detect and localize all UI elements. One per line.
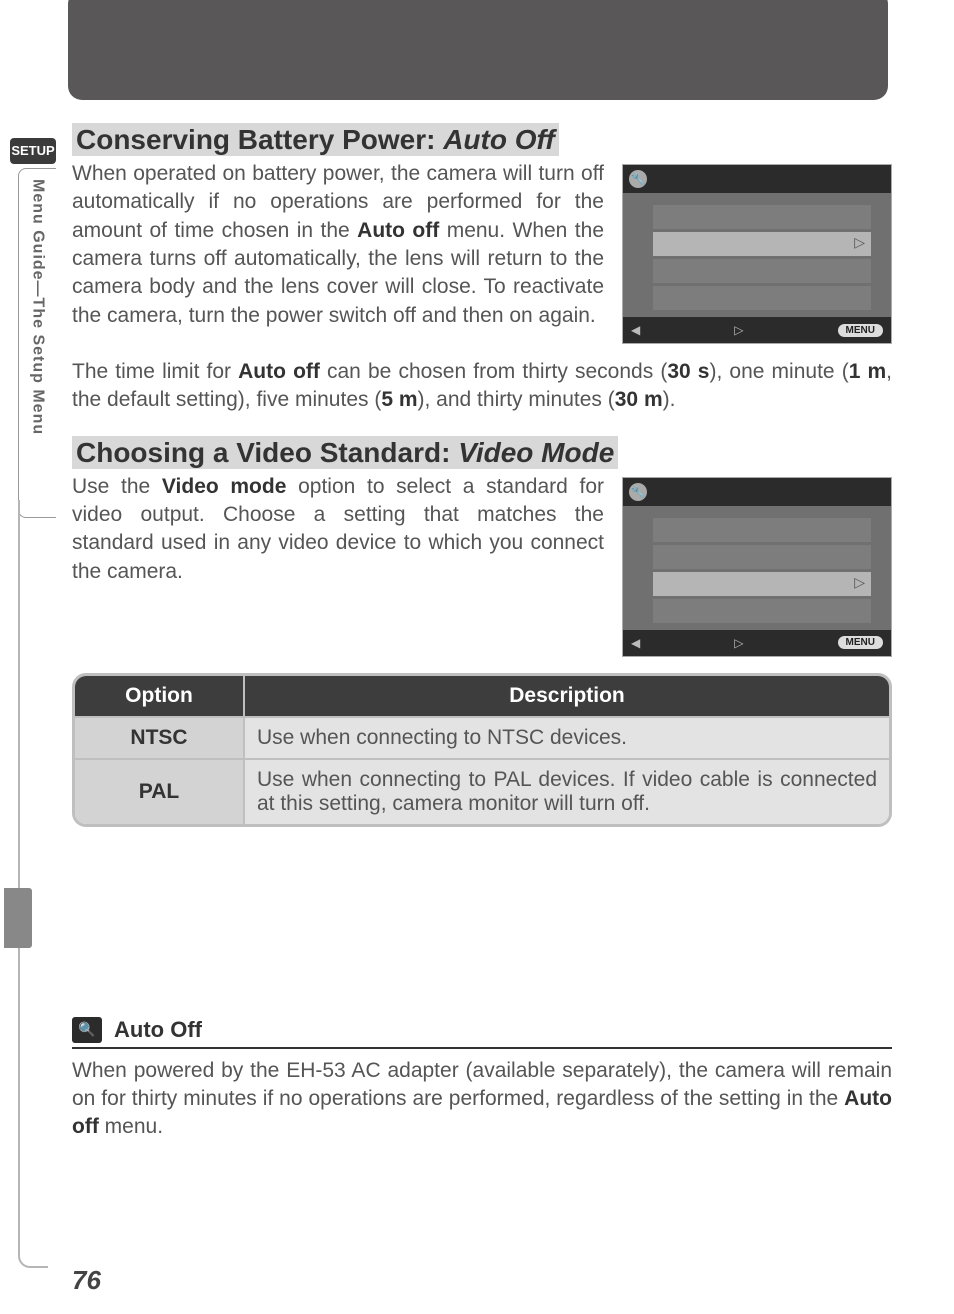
cell-ntsc: NTSC bbox=[75, 716, 245, 758]
magnify-icon: 🔍 bbox=[72, 1017, 102, 1043]
heading-auto-off: Conserving Battery Power: Auto Off bbox=[72, 124, 892, 156]
p3b: Video mode bbox=[162, 475, 287, 498]
para-auto-off-2: The time limit for Auto off can be chose… bbox=[72, 358, 892, 415]
left-triangle-icon: ◀ bbox=[631, 636, 640, 650]
top-dark-panel bbox=[68, 0, 888, 100]
p2e: ), one minute ( bbox=[709, 360, 848, 383]
p2f: 1 m bbox=[849, 360, 886, 383]
p2h: 5 m bbox=[381, 388, 417, 411]
side-label-frame: Menu Guide—The Setup Menu bbox=[18, 168, 56, 518]
p2a: The time limit for bbox=[72, 360, 238, 383]
heading-video-em: Video Mode bbox=[458, 437, 614, 468]
wrench-icon: 🔧 bbox=[629, 483, 647, 501]
menu-pill: MENU bbox=[838, 636, 883, 649]
nb-a: When powered by the EH-53 AC adapter (av… bbox=[72, 1059, 892, 1110]
para1-b: Auto off bbox=[357, 219, 439, 242]
note-title: Auto Off bbox=[114, 1017, 202, 1043]
play-triangle-icon: ▷ bbox=[734, 636, 743, 650]
nb-c: menu. bbox=[99, 1115, 163, 1138]
th-option: Option bbox=[75, 676, 245, 716]
cell-pal-desc: Use when connecting to PAL devices. If v… bbox=[245, 758, 889, 824]
lcd-row bbox=[653, 205, 871, 229]
lcd-row bbox=[653, 286, 871, 310]
side-rail bbox=[18, 500, 48, 1268]
heading-video-mode: Choosing a Video Standard: Video Mode bbox=[72, 437, 892, 469]
note-auto-off: 🔍 Auto Off When powered by the EH-53 AC … bbox=[72, 1017, 892, 1142]
lcd-video-mode: 🔧 ◀ ▷ MENU bbox=[622, 477, 892, 657]
page-number: 76 bbox=[72, 1265, 101, 1296]
table-row: NTSC Use when connecting to NTSC devices… bbox=[75, 716, 889, 758]
p3a: Use the bbox=[72, 475, 162, 498]
table-row: PAL Use when connecting to PAL devices. … bbox=[75, 758, 889, 824]
setup-badge: SETUP bbox=[10, 138, 56, 164]
lcd-row bbox=[653, 259, 871, 283]
video-mode-table: Option Description NTSC Use when connect… bbox=[72, 673, 892, 827]
p2d: 30 s bbox=[667, 360, 709, 383]
side-thumb-tab bbox=[4, 888, 32, 948]
lcd-row-active bbox=[653, 232, 871, 256]
cell-ntsc-desc: Use when connecting to NTSC devices. bbox=[245, 716, 889, 758]
lcd-row bbox=[653, 518, 871, 542]
wrench-icon: 🔧 bbox=[629, 170, 647, 188]
lcd-row bbox=[653, 545, 871, 569]
lcd-row-active bbox=[653, 572, 871, 596]
p2b: Auto off bbox=[238, 360, 320, 383]
side-tab: SETUP Menu Guide—The Setup Menu bbox=[8, 138, 68, 518]
side-vertical-label: Menu Guide—The Setup Menu bbox=[29, 179, 47, 435]
p2k: ). bbox=[663, 388, 676, 411]
menu-pill: MENU bbox=[838, 324, 883, 337]
left-triangle-icon: ◀ bbox=[631, 323, 640, 337]
lcd-auto-off: 🔧 ◀ ▷ MENU bbox=[622, 164, 892, 344]
heading-auto-off-prefix: Conserving Battery Power: bbox=[76, 124, 443, 155]
play-triangle-icon: ▷ bbox=[734, 323, 743, 337]
note-body: When powered by the EH-53 AC adapter (av… bbox=[72, 1057, 892, 1142]
lcd-row bbox=[653, 599, 871, 623]
p2j: 30 m bbox=[615, 388, 663, 411]
heading-video-prefix: Choosing a Video Standard: bbox=[76, 437, 458, 468]
para-auto-off-1: When operated on battery power, the came… bbox=[72, 160, 604, 330]
p2i: ), and thirty minutes ( bbox=[418, 388, 615, 411]
th-description: Description bbox=[245, 676, 889, 716]
para-video-mode: Use the Video mode option to select a st… bbox=[72, 473, 604, 586]
p2c: can be chosen from thirty seconds ( bbox=[320, 360, 667, 383]
cell-pal: PAL bbox=[75, 758, 245, 824]
heading-auto-off-em: Auto Off bbox=[443, 124, 554, 155]
